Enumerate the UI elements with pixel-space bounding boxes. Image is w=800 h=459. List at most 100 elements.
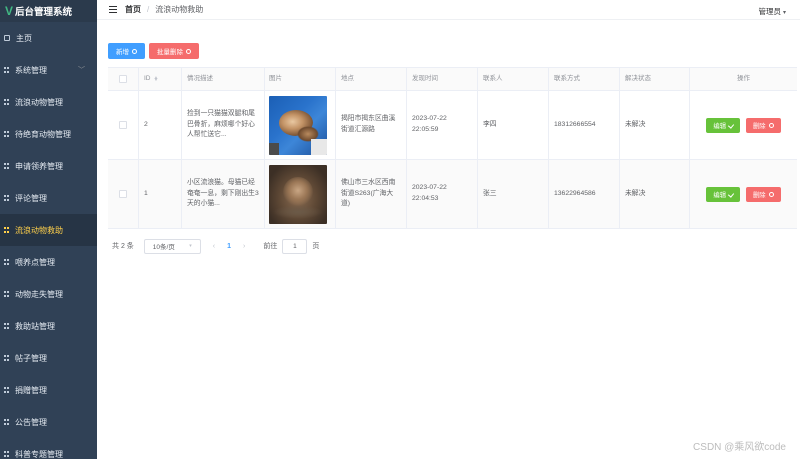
status-cell: 未解决 — [620, 91, 690, 159]
sort-icon[interactable]: ▲ ▼ — [154, 75, 159, 83]
header-select-cell — [108, 68, 139, 90]
sidebar-item-label: 动物走失管理 — [15, 289, 63, 299]
actions-cell: 编辑 删除 — [690, 91, 797, 159]
prev-page-button[interactable]: ‹ — [213, 243, 215, 250]
select-cell — [108, 160, 139, 228]
header-location: 地点 — [336, 68, 407, 90]
app-logo[interactable]: V 后台管理系统 — [0, 0, 97, 22]
next-page-button[interactable]: › — [243, 243, 245, 250]
contact-cell: 李四 — [478, 91, 549, 159]
grid-icon — [4, 259, 9, 265]
header-image: 图片 — [265, 68, 336, 90]
time-cell: 2023-07-22 22:04:53 — [407, 160, 478, 228]
header-id[interactable]: ID ▲ ▼ — [139, 68, 182, 90]
grid-icon — [4, 131, 9, 137]
row-checkbox[interactable] — [119, 190, 127, 198]
watermark: CSDN @乘风欲code — [693, 442, 786, 453]
grid-icon — [4, 195, 9, 201]
chevron-down-icon: ▾ — [189, 243, 192, 249]
header-label: 发现时间 — [412, 74, 438, 82]
edit-icon — [727, 121, 735, 129]
status-cell: 未解决 — [620, 160, 690, 228]
sidebar-item-feeding-points[interactable]: 喂养点管理 — [0, 246, 97, 278]
sidebar-item-label: 待绝育动物管理 — [15, 129, 71, 139]
add-button[interactable]: 新增 — [108, 43, 145, 59]
header-label: 操作 — [737, 74, 750, 82]
sidebar-item-lost-animals[interactable]: 动物走失管理 — [0, 278, 97, 310]
image-cell — [265, 160, 336, 228]
delete-label: 删除 — [753, 191, 766, 199]
actions-cell: 编辑 删除 — [690, 160, 797, 228]
header-label: 地点 — [341, 74, 354, 82]
time-cell: 2023-07-22 22:05:59 — [407, 91, 478, 159]
batch-delete-button[interactable]: 批量删除 — [149, 43, 199, 59]
header-time: 发现时间 — [407, 68, 478, 90]
animal-photo[interactable] — [269, 95, 327, 155]
header-label: 解决状态 — [625, 74, 651, 82]
sidebar-item-label: 评论管理 — [15, 193, 47, 203]
table-header: ID ▲ ▼ 情况描述 图片 地点 发现时间 联系人 联系方式 解决状态 操作 — [108, 68, 797, 91]
sidebar-item-science[interactable]: 科普专题管理 — [0, 438, 97, 459]
chevron-down-icon: ﹀ — [78, 67, 85, 74]
goto-page-input[interactable] — [282, 238, 308, 254]
grid-icon — [4, 387, 9, 393]
vue-logo-icon: V — [5, 4, 14, 18]
header-label: 情况描述 — [187, 74, 213, 82]
breadcrumb-current: 流浪动物救助 — [155, 5, 204, 14]
header-actions: 操作 — [690, 68, 797, 90]
header-description: 情况描述 — [182, 68, 265, 90]
sidebar-item-comments[interactable]: 评论管理 — [0, 182, 97, 214]
sidebar-item-adoption[interactable]: 申请领养管理 — [0, 150, 97, 182]
delete-button[interactable]: 删除 — [746, 186, 781, 202]
pagination-total: 共 2 条 — [112, 243, 134, 250]
row-checkbox[interactable] — [119, 121, 127, 129]
sidebar-item-posts[interactable]: 帖子管理 — [0, 342, 97, 374]
grid-icon — [4, 323, 9, 329]
description-cell: 小区流浪猫。母猫已经奄奄一息，剩下刚出生3天的小猫... — [182, 160, 265, 228]
user-dropdown[interactable]: 管理员 ▾ — [758, 6, 786, 17]
description-text: 小区流浪猫。母猫已经奄奄一息，剩下刚出生3天的小猫... — [187, 178, 259, 208]
remove-circle-icon — [768, 122, 774, 128]
sidebar-item-label: 流浪动物救助 — [15, 225, 63, 235]
location-cell: 佛山市三水区西南街道S263(广海大道) — [336, 160, 407, 228]
user-name: 管理员 — [758, 7, 781, 16]
phone-cell: 13622964586 — [549, 160, 620, 228]
remove-circle-icon — [768, 191, 774, 197]
sidebar-item-sterilization[interactable]: 待绝育动物管理 — [0, 118, 97, 150]
select-all-checkbox[interactable] — [119, 75, 127, 83]
sidebar-item-stray-animals[interactable]: 流浪动物管理 — [0, 86, 97, 118]
sidebar-item-label: 系统管理 — [15, 65, 47, 75]
delete-button[interactable]: 删除 — [746, 117, 781, 133]
edit-button[interactable]: 编辑 — [706, 117, 740, 133]
description-text: 捡到一只猫猫双腿和尾巴骨折，麻烦哪个好心人帮忙送它... — [187, 109, 255, 139]
header-label: ID — [144, 74, 151, 82]
grid-icon — [4, 99, 9, 105]
rescue-table: ID ▲ ▼ 情况描述 图片 地点 发现时间 联系人 联系方式 解决状态 操作 2 … — [108, 67, 797, 229]
pagination: 共 2 条 10条/页 ▾ ‹ 1 › 前往 页 — [112, 238, 319, 254]
sidebar-item-label: 主页 — [16, 33, 32, 43]
sidebar-item-label: 帖子管理 — [15, 353, 47, 363]
id-cell: 2 — [139, 91, 182, 159]
delete-label: 删除 — [753, 122, 766, 130]
header-label: 图片 — [269, 74, 282, 82]
add-button-label: 新增 — [116, 49, 129, 56]
sidebar-item-system[interactable]: 系统管理 ﹀ — [0, 54, 97, 86]
breadcrumb-home[interactable]: 首页 — [125, 4, 141, 15]
sidebar-item-rescue-stations[interactable]: 救助站管理 — [0, 310, 97, 342]
sidebar: V 后台管理系统 主页 系统管理 ﹀ 流浪动物管理 待绝育动物管理 申请领养管理… — [0, 0, 97, 459]
edit-button[interactable]: 编辑 — [706, 186, 740, 202]
animal-photo[interactable] — [269, 164, 327, 224]
breadcrumb-separator: / — [147, 5, 150, 14]
sidebar-item-rescue[interactable]: 流浪动物救助 — [0, 214, 97, 246]
grid-icon — [4, 227, 9, 233]
hamburger-icon[interactable] — [109, 6, 117, 13]
sidebar-item-home[interactable]: 主页 — [0, 22, 97, 54]
sidebar-item-donations[interactable]: 捐赠管理 — [0, 374, 97, 406]
sidebar-item-notices[interactable]: 公告管理 — [0, 406, 97, 438]
page-size-select[interactable]: 10条/页 ▾ — [143, 238, 201, 254]
toolbar: 新增 批量删除 — [108, 43, 797, 59]
grid-icon — [4, 67, 9, 73]
location-cell: 揭阳市揭东区曲溪街道汇源路 — [336, 91, 407, 159]
page-number-current[interactable]: 1 — [227, 243, 231, 250]
grid-icon — [4, 355, 9, 361]
